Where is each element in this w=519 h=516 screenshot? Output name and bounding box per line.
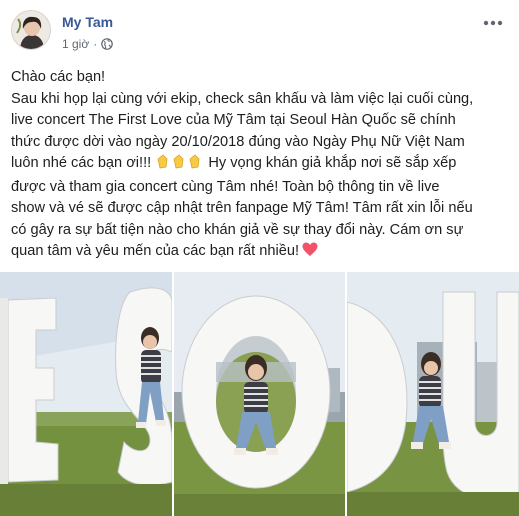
heart-icon	[302, 242, 318, 265]
post-line: quan tâm và yêu mến của các bạn rất nhiề…	[11, 241, 511, 265]
more-horizontal-icon	[483, 20, 503, 26]
post-time[interactable]: 1 giờ	[62, 37, 89, 51]
avatar-image	[12, 11, 50, 49]
post-meta: 1 giờ ·	[62, 37, 114, 51]
clapping-hands-icon	[155, 153, 203, 177]
photo-letter-o[interactable]	[174, 272, 345, 516]
meta-separator: ·	[93, 37, 98, 51]
post-line-final: quan tâm và yêu mến của các bạn rất nhiề…	[11, 243, 299, 259]
globe-icon[interactable]	[101, 38, 114, 50]
photo-letter-e[interactable]	[0, 272, 172, 516]
post-line: live concert The First Love của Mỹ Tâm t…	[11, 112, 456, 128]
photo-grid	[0, 272, 519, 516]
post-line: có gây ra sự bất tiện nào cho khán giả v…	[11, 221, 464, 238]
avatar[interactable]	[11, 10, 51, 50]
post-line-end: Hy vọng khán giả khắp nơi sẽ sắp xếp	[204, 155, 457, 171]
post-line: Chào các bạn!	[11, 69, 106, 85]
post-line: Sau khi họp lại cùng với ekip, check sân…	[11, 90, 474, 107]
post-line-start: luôn nhé các bạn ơi!!!	[11, 155, 152, 171]
post-header: My Tam 1 giờ ·	[0, 0, 519, 62]
author-name[interactable]: My Tam	[62, 14, 113, 30]
post-line: thức được dời vào ngày 20/10/2018 đúng v…	[11, 133, 465, 150]
post-line: luôn nhé các bạn ơi!!! Hy vọng khán giả …	[11, 153, 511, 177]
post-line: được và tham gia concert cùng Tâm nhé! T…	[11, 178, 440, 195]
post-message: Chào các bạn! Sau khi họp lại cùng với e…	[11, 67, 511, 265]
more-options-button[interactable]	[481, 14, 505, 32]
post-line: show và vé sẽ được cập nhật trên fanpage…	[11, 200, 473, 216]
photo-letter-u[interactable]	[347, 272, 519, 516]
